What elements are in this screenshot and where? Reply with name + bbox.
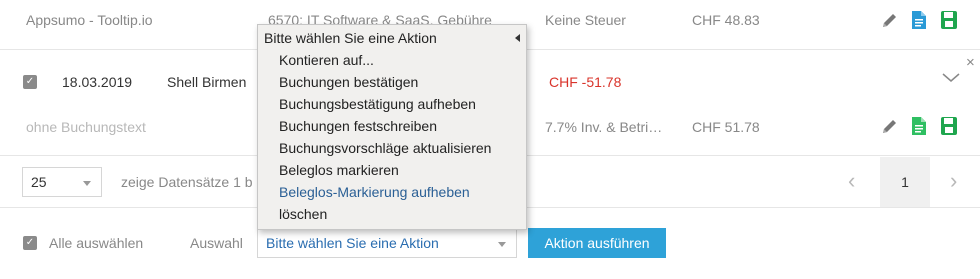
amount-label: CHF 48.83 bbox=[692, 12, 760, 28]
selection-label: Auswahl bbox=[190, 235, 243, 251]
action-select-value: Bitte wählen Sie eine Aktion bbox=[266, 235, 439, 251]
page-size-select[interactable]: 25 bbox=[22, 167, 102, 197]
amount-label: CHF -51.78 bbox=[549, 74, 622, 90]
tax-label: Keine Steuer bbox=[545, 12, 626, 28]
prev-page-button[interactable]: ‹ bbox=[848, 168, 855, 194]
select-all-label[interactable]: Alle auswählen bbox=[49, 235, 143, 251]
menu-header[interactable]: Bitte wählen Sie eine Aktion bbox=[264, 30, 437, 46]
document-icon[interactable] bbox=[910, 10, 928, 30]
booking-date: 18.03.2019 bbox=[62, 74, 133, 90]
tax-label: 7.7% Inv. & Betri… bbox=[545, 119, 663, 135]
execute-action-button[interactable]: Aktion ausführen bbox=[528, 228, 666, 258]
menu-item-kontieren[interactable]: Kontieren auf... bbox=[279, 52, 374, 68]
pencil-icon[interactable] bbox=[880, 116, 898, 136]
row-checkbox[interactable]: ✓ bbox=[23, 75, 37, 89]
menu-item-mark-no-receipt[interactable]: Beleglos markieren bbox=[279, 162, 399, 178]
action-dropdown-menu: Bitte wählen Sie eine Aktion Kontieren a… bbox=[257, 24, 527, 230]
close-icon[interactable]: × bbox=[966, 54, 975, 71]
menu-item-undo-confirmation[interactable]: Buchungsbestätigung aufheben bbox=[279, 96, 476, 112]
menu-item-lock-bookings[interactable]: Buchungen festschreiben bbox=[279, 118, 437, 134]
caret-down-icon bbox=[83, 181, 91, 186]
next-page-button[interactable]: › bbox=[950, 168, 957, 194]
caret-down-icon bbox=[498, 242, 506, 247]
pencil-icon[interactable] bbox=[880, 10, 898, 30]
select-all-checkbox[interactable]: ✓ bbox=[23, 236, 37, 250]
current-page[interactable]: 1 bbox=[880, 157, 930, 207]
amount-label: CHF 51.78 bbox=[692, 119, 760, 135]
records-info: zeige Datensätze 1 b bbox=[121, 174, 253, 190]
vendor-name: Shell Birmen bbox=[167, 74, 247, 90]
document-icon[interactable] bbox=[910, 116, 928, 136]
menu-item-refresh-suggestions[interactable]: Buchungsvorschläge aktualisieren bbox=[279, 140, 491, 156]
chevron-down-icon[interactable] bbox=[941, 70, 961, 84]
save-icon[interactable] bbox=[940, 116, 958, 136]
menu-item-confirm-bookings[interactable]: Buchungen bestätigen bbox=[279, 74, 418, 90]
page-size-value: 25 bbox=[31, 174, 47, 190]
menu-item-delete[interactable]: löschen bbox=[279, 206, 327, 222]
save-icon[interactable] bbox=[940, 10, 958, 30]
menu-item-unmark-no-receipt[interactable]: Beleglos-Markierung aufheben bbox=[279, 184, 470, 200]
action-select[interactable]: Bitte wählen Sie eine Aktion bbox=[257, 228, 517, 258]
caret-left-icon bbox=[515, 34, 520, 42]
vendor-name: Appsumo - Tooltip.io bbox=[26, 12, 153, 28]
booking-text: ohne Buchungstext bbox=[26, 119, 146, 135]
